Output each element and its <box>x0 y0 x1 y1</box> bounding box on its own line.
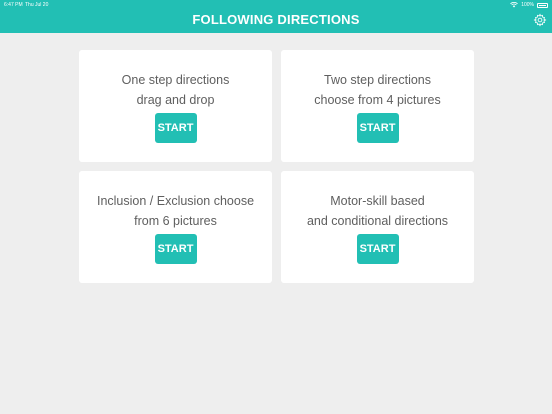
card-line-2: and conditional directions <box>306 214 449 228</box>
app-header: 6:47 PM Thu Jul 20 100% FOLLOWING DIRECT… <box>0 0 552 33</box>
battery-percentage: 100% <box>521 2 534 8</box>
card-line-2: choose from 4 pictures <box>314 93 441 107</box>
card-description: One step directions drag and drop <box>79 70 272 110</box>
gear-icon[interactable] <box>533 13 547 27</box>
start-button-inclusion-exclusion[interactable]: START <box>154 234 197 264</box>
activity-card-two-step: Two step directions choose from 4 pictur… <box>281 50 474 162</box>
start-button-motor-skill[interactable]: START <box>356 234 399 264</box>
status-time: 6:47 PM <box>4 2 23 8</box>
page-title: FOLLOWING DIRECTIONS <box>192 12 360 27</box>
start-button-two-step[interactable]: START <box>356 113 399 143</box>
status-date: Thu Jul 20 <box>25 2 49 8</box>
activity-card-motor-skill: Motor-skill based and conditional direct… <box>281 171 474 283</box>
card-line-1: Two step directions <box>324 73 431 87</box>
activity-card-inclusion-exclusion: Inclusion / Exclusion choose from 6 pict… <box>79 171 272 283</box>
status-bar: 6:47 PM Thu Jul 20 100% <box>0 0 552 10</box>
start-button-one-step[interactable]: START <box>154 113 197 143</box>
wifi-icon <box>510 2 519 8</box>
battery-icon <box>537 2 548 8</box>
card-line-1: Inclusion / Exclusion choose <box>96 194 255 208</box>
card-line-1: Motor-skill based <box>330 194 425 208</box>
card-line-1: One step directions <box>121 73 230 87</box>
card-line-2: drag and drop <box>136 93 215 107</box>
activity-card-one-step: One step directions drag and drop START <box>79 50 272 162</box>
card-description: Inclusion / Exclusion choose from 6 pict… <box>79 191 272 231</box>
card-description: Two step directions choose from 4 pictur… <box>281 70 474 110</box>
card-line-2: from 6 pictures <box>134 214 217 228</box>
status-indicators: 100% <box>510 0 548 10</box>
card-description: Motor-skill based and conditional direct… <box>281 191 474 231</box>
